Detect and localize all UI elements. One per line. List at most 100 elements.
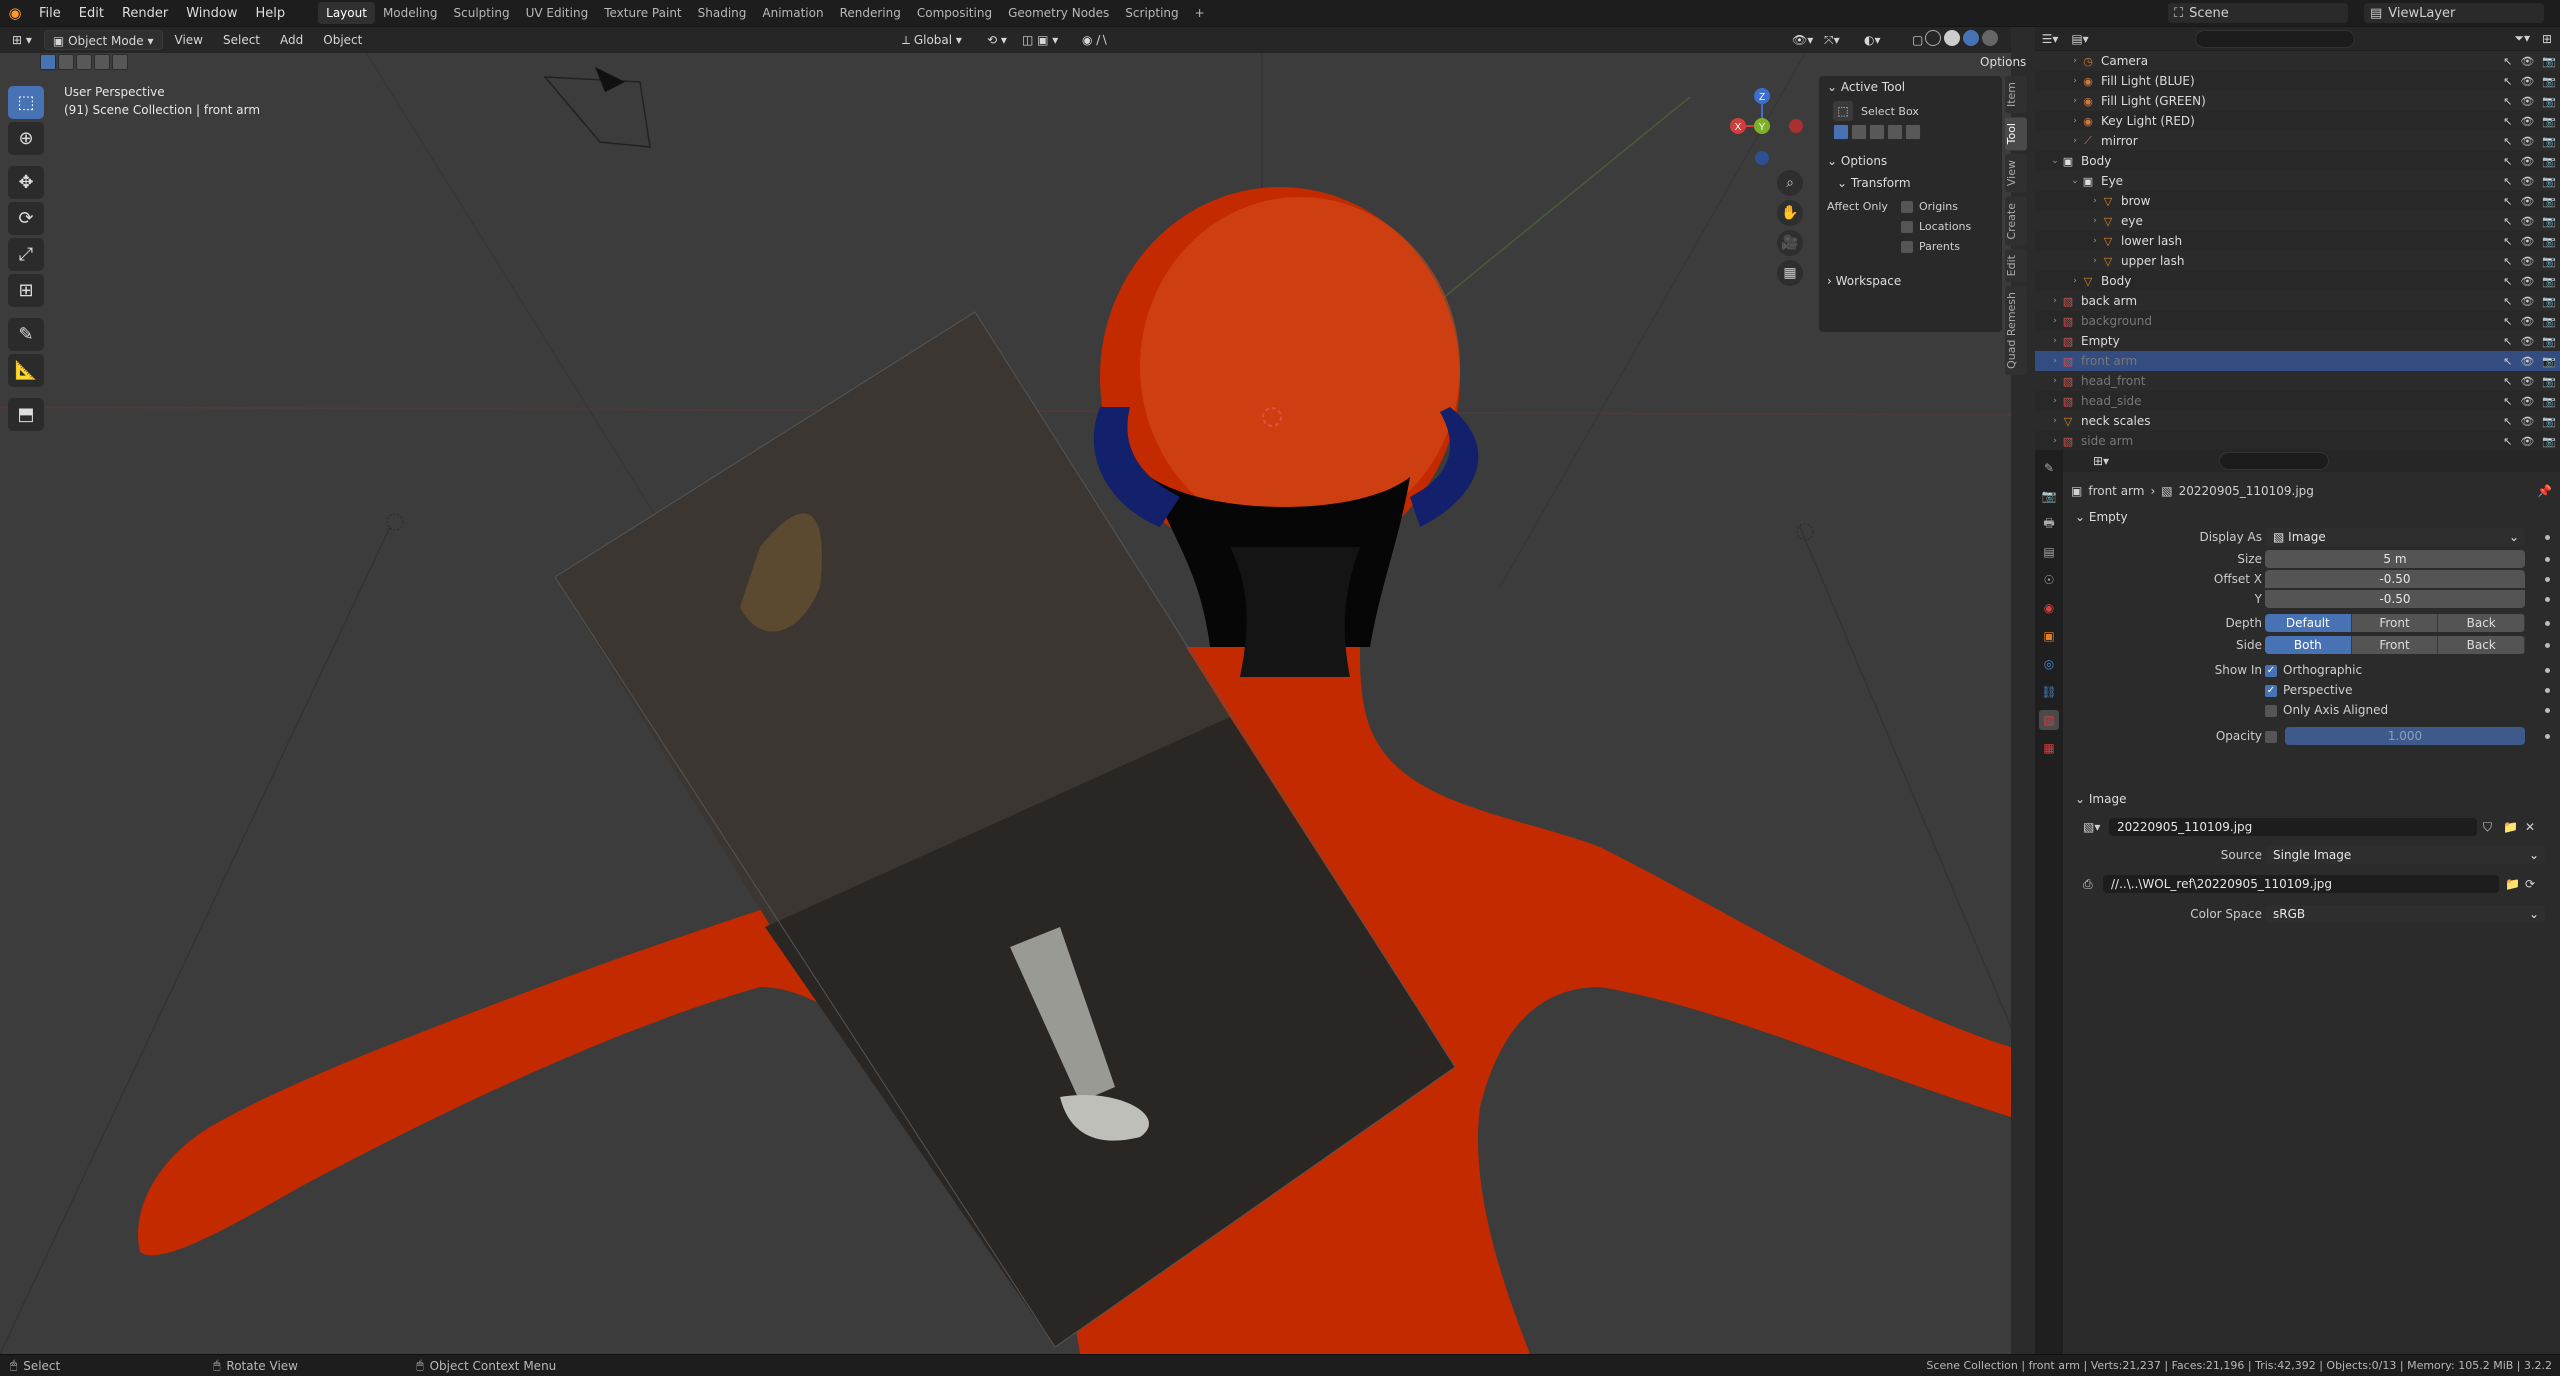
keyframe-dot[interactable] [2545,667,2550,673]
eye-icon[interactable]: 👁 [2520,375,2534,388]
color-space-dropdown[interactable]: sRGB ⌄ [2265,905,2545,923]
select-arrow-icon[interactable]: ↖ [2503,415,2512,428]
depth-option-default[interactable]: Default [2265,614,2352,632]
workspace-tab-animation[interactable]: Animation [754,2,831,24]
render-tab-icon[interactable]: 📷 [2039,486,2059,506]
expand-arrow-icon[interactable]: › [2089,256,2101,266]
rotate-tool-icon[interactable]: ⟳ [8,202,44,235]
3d-viewport[interactable] [0,27,2011,1354]
move-tool-icon[interactable]: ✥ [8,166,44,199]
wireframe-shading-icon[interactable] [1925,30,1941,46]
select-arrow-icon[interactable]: ↖ [2503,155,2512,168]
keyframe-dot[interactable] [2545,687,2550,693]
blender-logo-icon[interactable]: ◉ [0,0,30,27]
eye-icon[interactable]: 👁 [2520,415,2534,428]
viewport-menu-object[interactable]: Object [315,30,370,50]
keyframe-dot[interactable] [2545,556,2550,562]
display-as-dropdown[interactable]: ▧ Image ⌄ [2265,528,2525,546]
workspace-tab-layout[interactable]: Layout [318,2,375,24]
eye-icon[interactable]: 👁 [2520,435,2534,448]
outliner-row[interactable]: › ▧ head_side ↖ 👁 📷 [2035,391,2560,411]
camera-render-icon[interactable]: 📷 [2542,355,2556,368]
object-data-tab-icon[interactable]: ▧ [2039,710,2059,730]
expand-arrow-icon[interactable]: › [2069,136,2081,146]
select-arrow-icon[interactable]: ↖ [2503,135,2512,148]
keyframe-dot[interactable] [2545,620,2550,626]
expand-arrow-icon[interactable]: ⌄ [2049,156,2061,166]
perspective-toggle-icon[interactable]: ▦ [1777,260,1803,286]
eye-icon[interactable]: 👁 [2520,275,2534,288]
select-arrow-icon[interactable]: ↖ [2503,75,2512,88]
select-arrow-icon[interactable]: ↖ [2503,335,2512,348]
select-arrow-icon[interactable]: ↖ [2503,315,2512,328]
camera-render-icon[interactable]: 📷 [2542,275,2556,288]
outliner-row[interactable]: › ◉ Fill Light (BLUE) ↖ 👁 📷 [2035,71,2560,91]
camera-render-icon[interactable]: 📷 [2542,335,2556,348]
select-arrow-icon[interactable]: ↖ [2503,435,2512,448]
select-box-tool-icon[interactable]: ⬚ [8,86,44,119]
size-field[interactable]: 5 m [2265,550,2525,568]
select-intersect-icon[interactable] [112,54,128,70]
origins-checkbox[interactable]: Origins [1901,200,1958,213]
workspace-tab-uv-editing[interactable]: UV Editing [518,2,597,24]
filter-icon[interactable]: ⏷▾ [2514,31,2530,46]
select-arrow-icon[interactable]: ↖ [2503,175,2512,188]
transform-tool-icon[interactable]: ⊞ [8,274,44,307]
navigation-gizmo[interactable]: Z Y X [1722,84,1810,172]
workspace-tab-shading[interactable]: Shading [690,2,755,24]
mode-invert-icon[interactable] [1887,124,1903,140]
camera-render-icon[interactable]: 📷 [2542,115,2556,128]
mode-subtract-icon[interactable] [1869,124,1885,140]
expand-arrow-icon[interactable]: › [2049,376,2061,386]
eye-icon[interactable]: 👁 [2520,255,2534,268]
camera-render-icon[interactable]: 📷 [2542,195,2556,208]
outliner-row[interactable]: › ▧ background ↖ 👁 📷 [2035,311,2560,331]
menu-edit[interactable]: Edit [70,6,113,21]
source-dropdown[interactable]: Single Image ⌄ [2265,846,2545,864]
camera-render-icon[interactable]: 📷 [2542,435,2556,448]
outliner-row[interactable]: › ▽ Body ↖ 👁 📷 [2035,271,2560,291]
camera-render-icon[interactable]: 📷 [2542,95,2556,108]
image-browse-icon[interactable]: ▧▾ [2083,820,2100,834]
select-arrow-icon[interactable]: ↖ [2503,115,2512,128]
expand-arrow-icon[interactable]: › [2049,356,2061,366]
outliner-row[interactable]: › ▧ side arm ↖ 👁 📷 [2035,431,2560,450]
workspace-tab-rendering[interactable]: Rendering [832,2,909,24]
side-option-back[interactable]: Back [2438,636,2525,654]
outliner-row[interactable]: › ▧ Empty ↖ 👁 📷 [2035,331,2560,351]
outliner-row[interactable]: › ▽ neck scales ↖ 👁 📷 [2035,411,2560,431]
tab-create[interactable]: Create [2005,196,2027,246]
image-name-field[interactable]: 20220905_110109.jpg [2109,818,2477,836]
expand-arrow-icon[interactable]: › [2089,216,2101,226]
outliner-row[interactable]: › ▽ lower lash ↖ 👁 📷 [2035,231,2560,251]
outliner-editor-icon[interactable]: ☰▾ [2035,32,2065,46]
viewport-menu-view[interactable]: View [167,30,211,50]
eye-icon[interactable]: 👁 [2520,395,2534,408]
expand-arrow-icon[interactable]: › [2069,56,2081,66]
eye-icon[interactable]: 👁 [2520,95,2534,108]
add-cube-tool-icon[interactable]: ⬒ [8,398,44,431]
camera-render-icon[interactable]: 📷 [2542,155,2556,168]
only-axis-aligned-checkbox[interactable]: Only Axis Aligned [2265,703,2388,717]
outliner-row[interactable]: ⌄ ▣ Body ↖ 👁 📷 [2035,151,2560,171]
object-tab-icon[interactable]: ▣ [2039,626,2059,646]
camera-render-icon[interactable]: 📷 [2542,375,2556,388]
constraints-tab-icon[interactable]: ⛓ [2039,682,2059,702]
pin-icon[interactable]: 📌 [2537,484,2552,498]
side-option-front[interactable]: Front [2351,636,2439,654]
eye-icon[interactable]: 👁 [2520,335,2534,348]
select-arrow-icon[interactable]: ↖ [2503,215,2512,228]
camera-render-icon[interactable]: 📷 [2542,395,2556,408]
camera-render-icon[interactable]: 📷 [2542,135,2556,148]
outliner-row[interactable]: › ◉ Key Light (RED) ↖ 👁 📷 [2035,111,2560,131]
display-mode-icon[interactable]: ▤▾ [2065,32,2095,46]
outliner-row[interactable]: ⌄ ▣ Eye ↖ 👁 📷 [2035,171,2560,191]
tab-tool[interactable]: Tool [2005,117,2027,151]
workspace-tab-compositing[interactable]: Compositing [909,2,1000,24]
image-panel-header[interactable]: ⌄ Image [2063,788,2560,810]
mode-extend-icon[interactable] [1851,124,1867,140]
keyframe-dot[interactable] [2545,534,2550,540]
camera-render-icon[interactable]: 📷 [2542,315,2556,328]
side-option-both[interactable]: Both [2265,636,2352,654]
eye-icon[interactable]: 👁 [2520,55,2534,68]
